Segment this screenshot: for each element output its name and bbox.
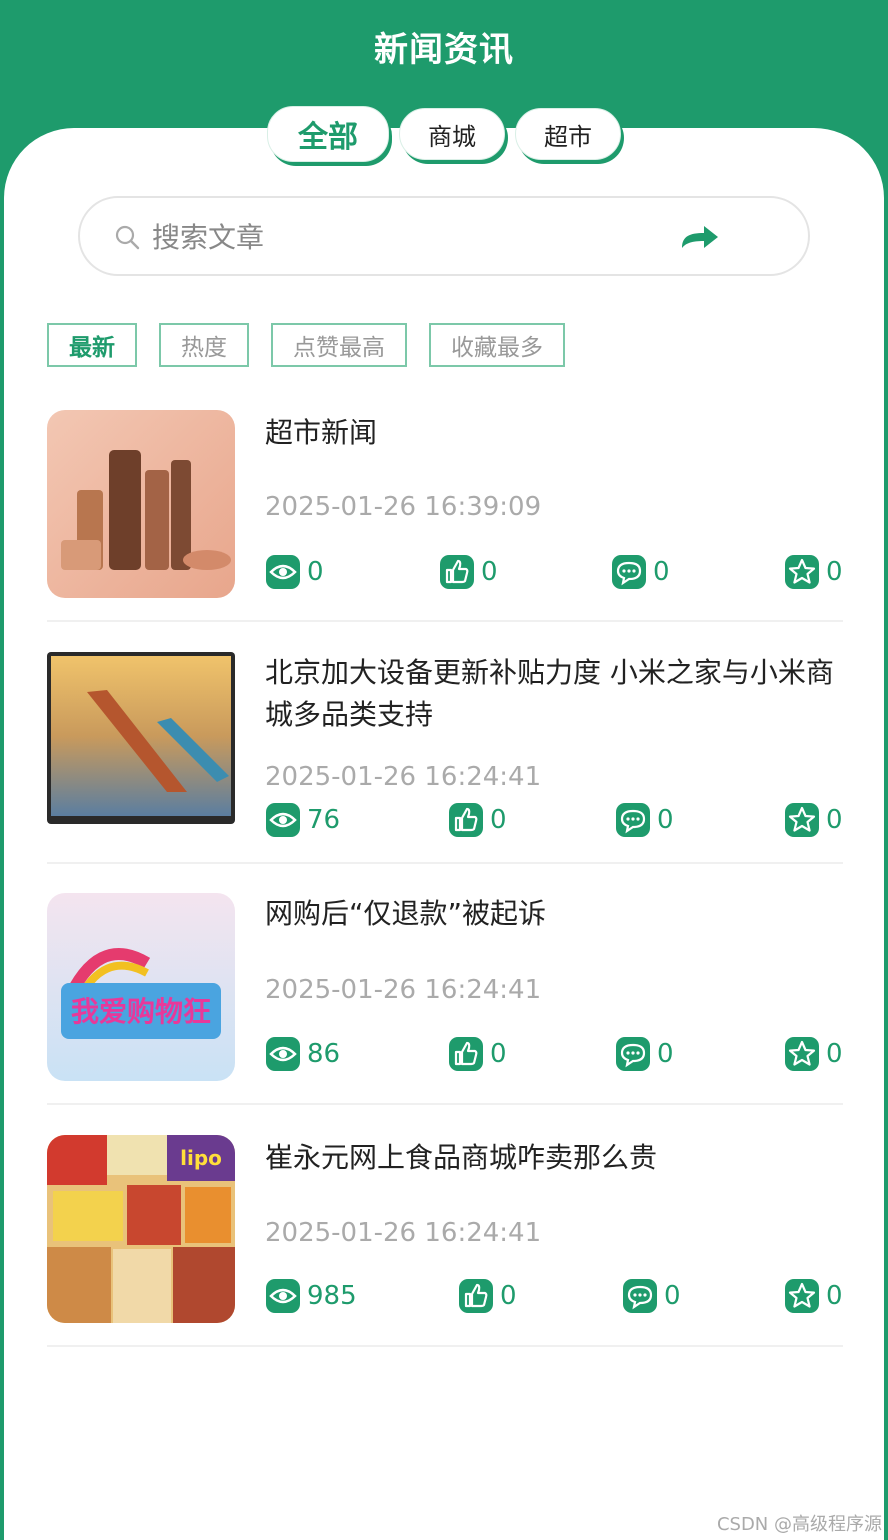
favorite-stat[interactable]: 0 — [784, 1278, 843, 1314]
favorite-count: 0 — [826, 557, 843, 587]
comment-icon — [616, 1037, 650, 1071]
star-icon — [785, 1037, 819, 1071]
comment-stat[interactable]: 0 — [615, 1036, 674, 1072]
share-arrow-icon[interactable] — [680, 224, 720, 250]
news-date: 2025-01-26 16:24:41 — [265, 975, 542, 1005]
star-icon — [785, 1279, 819, 1313]
news-title[interactable]: 超市新闻 — [265, 412, 835, 454]
favorite-count: 0 — [826, 805, 843, 835]
comment-count: 0 — [657, 805, 674, 835]
favorite-stat[interactable]: 0 — [784, 1036, 843, 1072]
like-count: 0 — [500, 1281, 517, 1311]
like-count: 0 — [490, 1039, 507, 1069]
comment-icon — [616, 803, 650, 837]
view-stat: 0 — [265, 554, 324, 590]
sort-popularity[interactable]: 热度 — [159, 323, 249, 367]
news-thumbnail: 我爱购物狂 — [47, 893, 235, 1081]
view-count: 985 — [307, 1281, 357, 1311]
comment-stat[interactable]: 0 — [615, 802, 674, 838]
news-item[interactable]: 北京加大设备更新补贴力度 小米之家与小米商城多品类支持 2025-01-26 1… — [47, 652, 843, 864]
news-title[interactable]: 崔永元网上食品商城咋卖那么贵 — [265, 1137, 835, 1179]
favorite-count: 0 — [826, 1281, 843, 1311]
search-icon — [115, 225, 140, 250]
like-stat[interactable]: 0 — [448, 1036, 507, 1072]
thumbnail-text: lipo — [180, 1146, 222, 1170]
favorite-stat[interactable]: 0 — [784, 554, 843, 590]
favorite-stat[interactable]: 0 — [784, 802, 843, 838]
favorite-count: 0 — [826, 1039, 843, 1069]
tab-supermarket[interactable]: 超市 — [515, 108, 621, 160]
news-thumbnail — [47, 410, 235, 598]
news-item[interactable]: lipo 崔永元网上食品商城咋卖那么贵 2025-01-26 16:24:41 … — [47, 1135, 843, 1347]
comment-stat[interactable]: 0 — [611, 554, 670, 590]
eye-icon — [266, 1037, 300, 1071]
news-title[interactable]: 北京加大设备更新补贴力度 小米之家与小米商城多品类支持 — [265, 652, 835, 736]
comment-count: 0 — [653, 557, 670, 587]
tab-mall[interactable]: 商城 — [399, 108, 505, 160]
like-count: 0 — [490, 805, 507, 835]
like-stat[interactable]: 0 — [458, 1278, 517, 1314]
comment-count: 0 — [657, 1039, 674, 1069]
view-stat: 76 — [265, 802, 340, 838]
star-icon — [785, 555, 819, 589]
sort-options: 最新 热度 点赞最高 收藏最多 — [47, 323, 565, 367]
sort-latest[interactable]: 最新 — [47, 323, 137, 367]
category-tabs: 全部 商城 超市 — [0, 106, 888, 162]
sort-most-liked[interactable]: 点赞最高 — [271, 323, 407, 367]
thumbs-up-icon — [449, 803, 483, 837]
news-title[interactable]: 网购后“仅退款”被起诉 — [265, 893, 835, 935]
news-date: 2025-01-26 16:39:09 — [265, 492, 542, 522]
view-count: 76 — [307, 805, 341, 835]
view-count: 0 — [307, 557, 324, 587]
like-count: 0 — [481, 557, 498, 587]
view-count: 86 — [307, 1039, 341, 1069]
view-stat: 985 — [265, 1278, 357, 1314]
thumbs-up-icon — [459, 1279, 493, 1313]
search-bar — [78, 196, 810, 276]
news-item[interactable]: 超市新闻 2025-01-26 16:39:09 0 0 0 0 — [47, 410, 843, 622]
like-stat[interactable]: 0 — [448, 802, 507, 838]
news-date: 2025-01-26 16:24:41 — [265, 762, 542, 792]
star-icon — [785, 803, 819, 837]
comment-icon — [623, 1279, 657, 1313]
tab-all[interactable]: 全部 — [267, 106, 389, 162]
like-stat[interactable]: 0 — [439, 554, 498, 590]
comment-stat[interactable]: 0 — [622, 1278, 681, 1314]
comment-count: 0 — [664, 1281, 681, 1311]
page-title: 新闻资讯 — [374, 30, 514, 70]
eye-icon — [266, 555, 300, 589]
news-item[interactable]: 我爱购物狂 网购后“仅退款”被起诉 2025-01-26 16:24:41 86… — [47, 893, 843, 1105]
search-input[interactable] — [150, 216, 654, 258]
eye-icon — [266, 1279, 300, 1313]
thumbs-up-icon — [449, 1037, 483, 1071]
view-stat: 86 — [265, 1036, 340, 1072]
news-thumbnail: lipo — [47, 1135, 235, 1323]
news-thumbnail — [47, 652, 235, 824]
thumbnail-text: 我爱购物狂 — [71, 995, 211, 1028]
eye-icon — [266, 803, 300, 837]
watermark: CSDN @高级程序源 — [716, 1514, 882, 1535]
sort-most-favorited[interactable]: 收藏最多 — [429, 323, 565, 367]
comment-icon — [612, 555, 646, 589]
news-date: 2025-01-26 16:24:41 — [265, 1218, 542, 1248]
thumbs-up-icon — [440, 555, 474, 589]
